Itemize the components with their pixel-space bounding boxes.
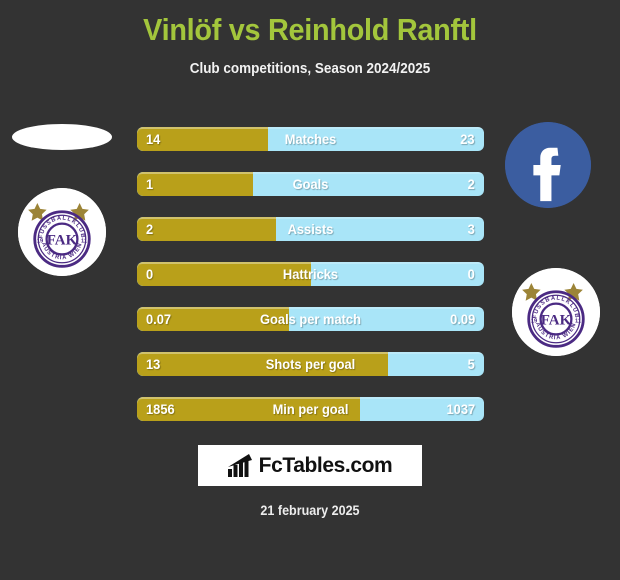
stat-label: Shots per goal [265, 356, 356, 372]
fctables-logo[interactable]: FcTables.com [198, 445, 422, 486]
stat-label: Assists [287, 221, 334, 237]
bar-chart-icon [227, 453, 252, 477]
stat-label: Min per goal [272, 401, 349, 417]
stat-label: Hattricks [282, 266, 339, 282]
stat-row-matches: 14 Matches 23 [137, 127, 484, 151]
stat-right-value: 0 [467, 266, 475, 282]
stats-comparison-list: 14 Matches 23 1 Goals 2 2 Assists 3 0 Ha… [137, 127, 484, 442]
club-logo-ellipse [12, 124, 112, 150]
stat-label: Goals [292, 176, 329, 192]
facebook-logo-icon [505, 122, 591, 208]
stat-label: Goals per match [260, 311, 361, 327]
svg-text:FAK: FAK [47, 232, 78, 248]
stat-label: Matches [284, 131, 337, 147]
stat-row-goals: 1 Goals 2 [137, 172, 484, 196]
club-crest-left-icon: FAK 19 11 FUSSBALLKLUB AUSTRIA WIEN [18, 188, 106, 276]
stat-right-value: 1037 [446, 401, 475, 417]
stat-row-min-per-goal: 1856 Min per goal 1037 [137, 397, 484, 421]
stat-right-value: 3 [467, 221, 475, 237]
page-subtitle: Club competitions, Season 2024/2025 [189, 61, 431, 77]
stat-row-goals-per-match: 0.07 Goals per match 0.09 [137, 307, 484, 331]
page-title: Vinlöf vs Reinhold Ranftl [143, 12, 477, 47]
stat-row-shots-per-goal: 13 Shots per goal 5 [137, 352, 484, 376]
club-crest-right-icon: FAK 19 11 FUSSBALLKLUB AUSTRIA WIEN [512, 268, 600, 356]
generated-date: 21 february 2025 [260, 503, 360, 518]
svg-text:FAK: FAK [541, 312, 572, 328]
stat-right-value: 23 [460, 131, 475, 147]
stat-right-value: 2 [467, 176, 475, 192]
fctables-logo-text: FcTables.com [258, 453, 393, 477]
stat-row-assists: 2 Assists 3 [137, 217, 484, 241]
stat-right-value: 5 [467, 356, 475, 372]
stat-right-value: 0.09 [449, 311, 475, 327]
stat-row-hattricks: 0 Hattricks 0 [137, 262, 484, 286]
